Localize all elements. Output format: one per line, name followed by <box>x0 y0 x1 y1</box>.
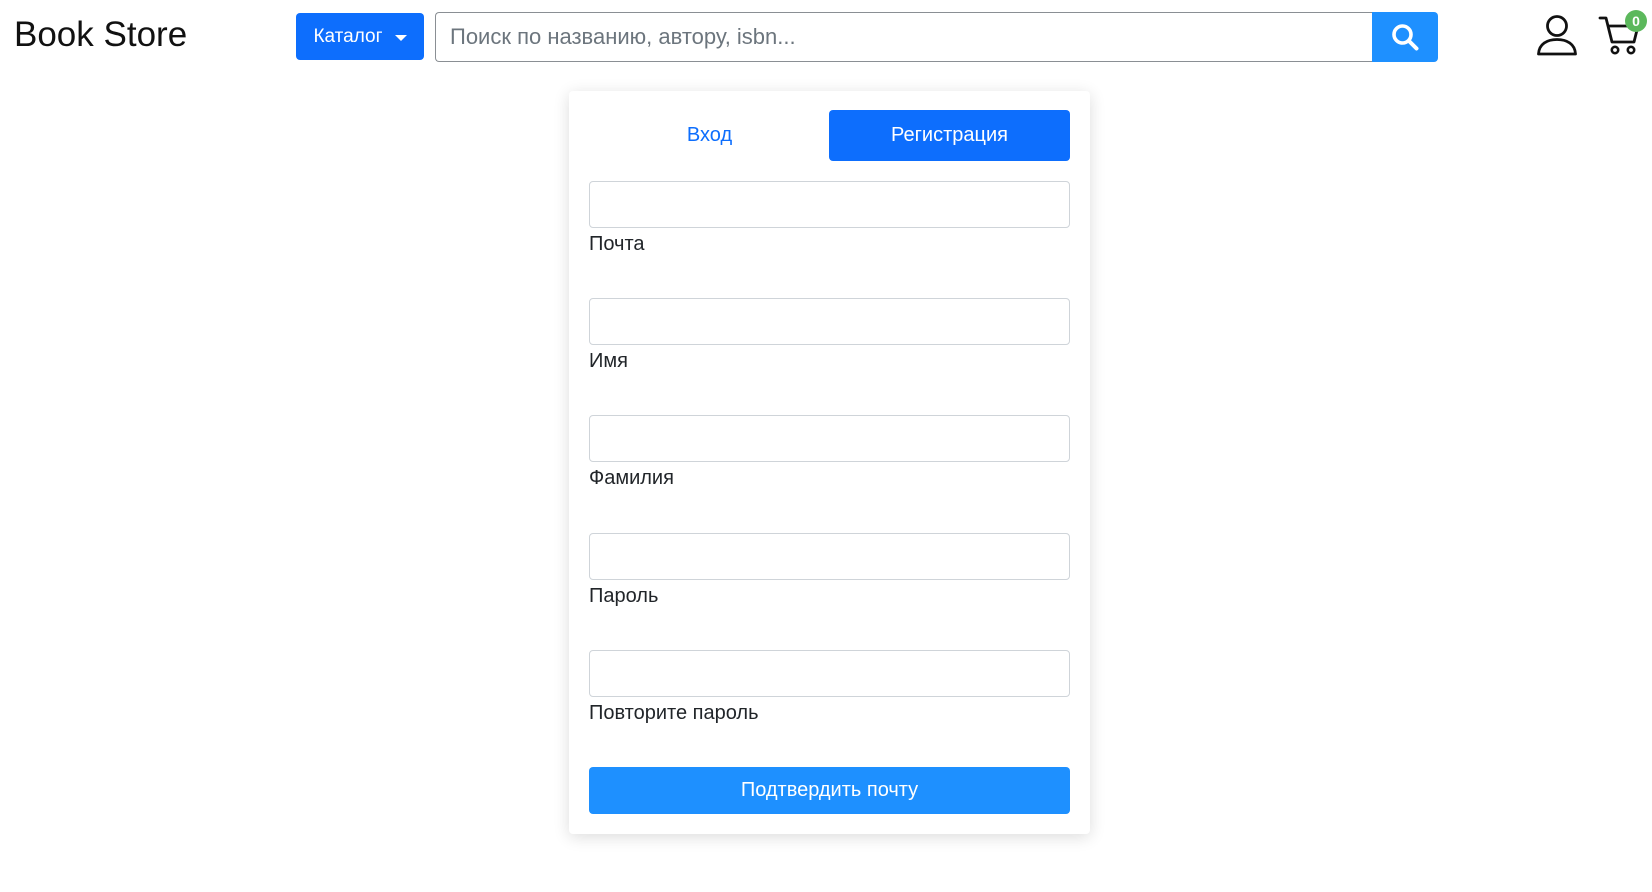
first-name-label: Имя <box>589 350 628 372</box>
caret-down-icon <box>394 34 407 41</box>
password-repeat-label: Повторите пароль <box>589 702 759 724</box>
cart-count-badge: 0 <box>1625 10 1647 32</box>
search-icon <box>1392 24 1419 51</box>
search-input[interactable] <box>435 12 1372 62</box>
user-account-button[interactable] <box>1535 14 1579 56</box>
last-name-field[interactable] <box>589 415 1070 462</box>
password-field[interactable] <box>589 533 1070 580</box>
user-icon <box>1537 15 1577 56</box>
catalog-dropdown-button[interactable]: Каталог <box>296 13 424 60</box>
first-name-field[interactable] <box>589 298 1070 345</box>
password-repeat-field-group: Повторите пароль <box>589 650 1070 725</box>
email-field-group: Почта <box>589 181 1070 256</box>
catalog-button-label: Каталог <box>313 25 383 47</box>
site-header: Book Store Каталог 0 <box>0 0 1652 80</box>
password-label: Пароль <box>589 585 659 607</box>
site-logo[interactable]: Book Store <box>14 14 187 56</box>
email-field[interactable] <box>589 181 1070 228</box>
auth-card: Вход Регистрация Почта Имя Фамилия Парол… <box>569 91 1090 834</box>
password-field-group: Пароль <box>589 533 1070 608</box>
tab-login[interactable]: Вход <box>589 110 830 161</box>
last-name-field-group: Фамилия <box>589 415 1070 490</box>
search-button[interactable] <box>1372 12 1438 62</box>
tab-register[interactable]: Регистрация <box>829 110 1070 161</box>
first-name-field-group: Имя <box>589 298 1070 373</box>
password-repeat-field[interactable] <box>589 650 1070 697</box>
confirm-email-button[interactable]: Подтвердить почту <box>589 767 1070 814</box>
last-name-label: Фамилия <box>589 467 674 489</box>
email-label: Почта <box>589 233 645 255</box>
